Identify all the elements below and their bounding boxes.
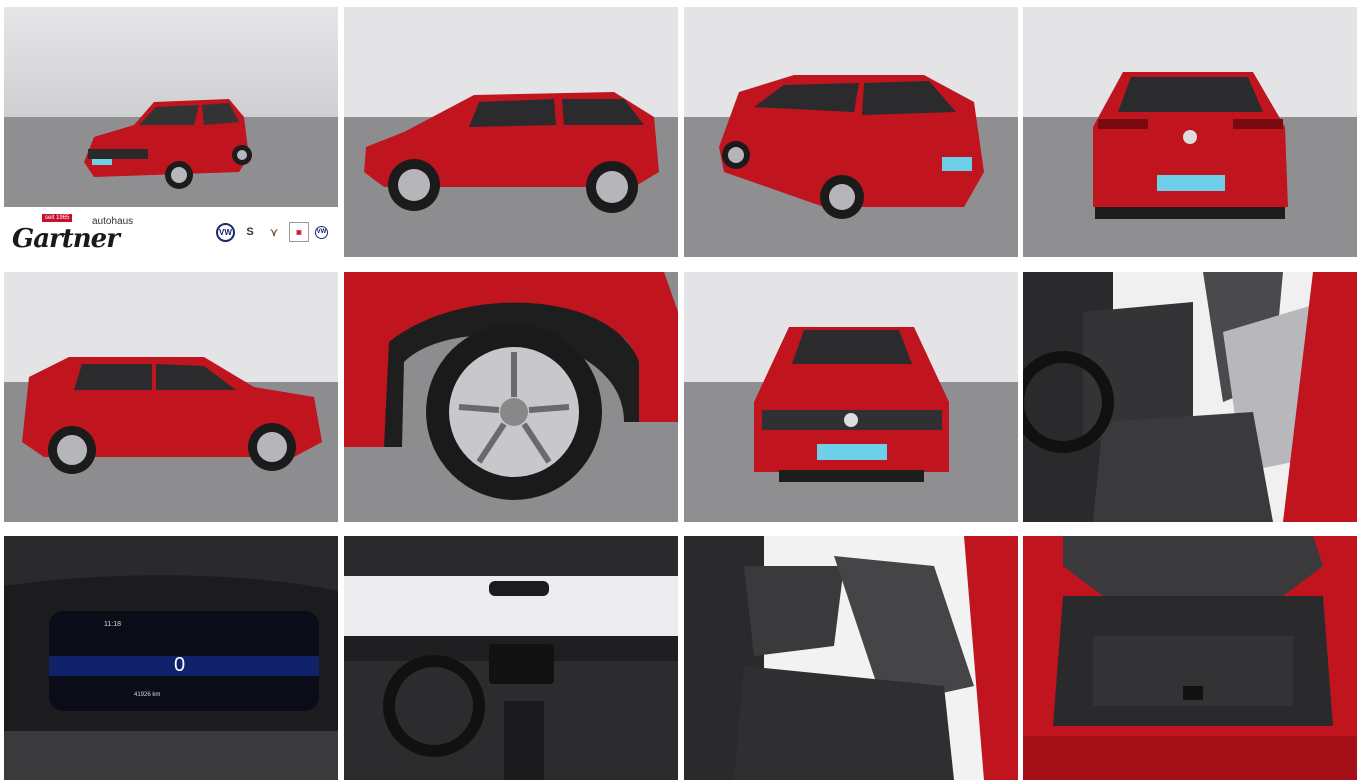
photo-rear-seats[interactable] <box>684 536 1018 780</box>
car-photo-wheel-detail <box>344 272 678 522</box>
service-logo: ▣ <box>289 222 309 242</box>
dealer-banner: seit 1965 autohaus Gartner VW S ⋎ ▣ VW <box>4 207 338 257</box>
vw-nutzfahrzeuge-logo: VW <box>315 225 328 239</box>
car-photo-front-seats <box>1023 272 1357 522</box>
brand-logos: VW S ⋎ ▣ VW <box>216 222 328 242</box>
photo-gallery: seit 1965 autohaus Gartner VW S ⋎ ▣ VW 1… <box>0 0 1365 780</box>
car-photo-instrument-cluster: 11:18 0 41926 km <box>4 536 338 780</box>
car-photo-trunk <box>1023 536 1357 780</box>
photo-dashboard[interactable] <box>344 536 678 780</box>
car-photo-front <box>684 272 1018 522</box>
cluster-speed: 0 <box>174 654 185 676</box>
seat-logo: S <box>246 226 254 238</box>
photo-side-right[interactable] <box>4 272 338 522</box>
photo-trunk[interactable] <box>1023 536 1357 780</box>
photo-rear[interactable] <box>1023 7 1357 257</box>
photo-front-three-quarter[interactable]: seit 1965 autohaus Gartner VW S ⋎ ▣ VW <box>4 7 338 257</box>
photo-instrument-cluster[interactable]: 11:18 0 41926 km <box>4 536 338 780</box>
cluster-odometer: 41926 km <box>134 692 160 698</box>
vw-logo: VW <box>216 222 235 242</box>
photo-front-seats[interactable] <box>1023 272 1357 522</box>
photo-wheel-detail[interactable] <box>344 272 678 522</box>
dealer-logo: seit 1965 autohaus Gartner <box>12 212 152 254</box>
photo-side-left[interactable] <box>344 7 678 257</box>
car-photo-rear <box>1023 7 1357 257</box>
car-photo-side-left <box>344 7 678 257</box>
cupra-logo: ⋎ <box>269 226 279 239</box>
photo-rear-three-quarter[interactable] <box>684 7 1018 257</box>
car-photo-dashboard <box>344 536 678 780</box>
cluster-time: 11:18 <box>104 621 121 628</box>
car-photo-rear-three-quarter <box>684 7 1018 257</box>
photo-front[interactable] <box>684 272 1018 522</box>
car-photo-side-right <box>4 272 338 522</box>
dealer-tag: seit 1965 <box>42 214 73 222</box>
car-photo-rear-seats <box>684 536 1018 780</box>
dealer-name: Gartner <box>12 224 120 254</box>
